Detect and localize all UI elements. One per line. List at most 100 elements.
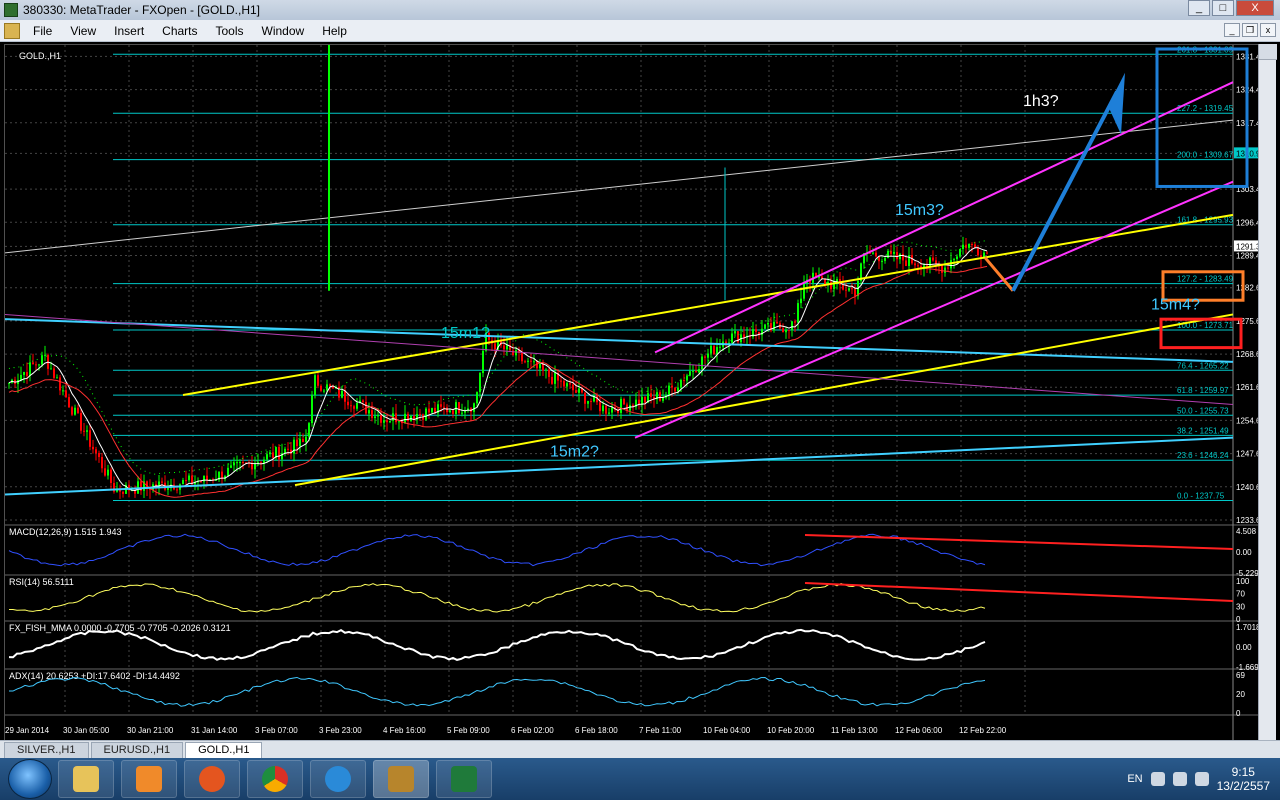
adx-level-label: 0 <box>1236 709 1241 718</box>
candle-body <box>605 405 607 414</box>
candle-body <box>560 380 562 382</box>
candle-body <box>53 368 55 378</box>
rsi-level-label: 100 <box>1236 577 1250 586</box>
language-indicator[interactable]: EN <box>1127 773 1142 785</box>
excel-icon[interactable] <box>436 760 492 798</box>
candle-body <box>395 413 397 423</box>
tab-gold[interactable]: GOLD.,H1 <box>185 742 263 758</box>
price-axis-label: 1240.64 <box>1236 483 1259 492</box>
candle-body <box>887 250 889 259</box>
firefox-icon[interactable] <box>184 760 240 798</box>
network-icon[interactable] <box>1172 772 1187 786</box>
menu-window[interactable]: Window <box>253 24 314 38</box>
chrome-icon[interactable] <box>247 760 303 798</box>
candle-body <box>659 392 661 401</box>
menu-file[interactable]: File <box>24 24 61 38</box>
menu-charts[interactable]: Charts <box>153 24 206 38</box>
candle-body <box>56 377 58 379</box>
candle-body <box>314 375 316 396</box>
candle-body <box>77 407 79 413</box>
window-title: 380330: MetaTrader - FXOpen - [GOLD.,H1] <box>23 3 260 17</box>
menu-view[interactable]: View <box>61 24 105 38</box>
menu-bar: File View Insert Charts Tools Window Hel… <box>0 20 1280 42</box>
child-restore-button[interactable]: ❐ <box>1242 23 1258 37</box>
menu-help[interactable]: Help <box>313 24 356 38</box>
scroll-up-arrow[interactable] <box>1259 44 1277 60</box>
candle-body <box>386 420 388 423</box>
candle-body <box>260 462 262 464</box>
candle-body <box>23 371 25 375</box>
candle-body <box>884 258 886 261</box>
maximize-button[interactable]: □ <box>1212 0 1234 16</box>
price-chart[interactable]: 1331.441324.441317.441310.981303.441296.… <box>5 45 1259 741</box>
candle-body <box>851 288 853 290</box>
candle-body <box>185 480 187 482</box>
candle-body <box>788 329 790 331</box>
candle-body <box>389 420 391 423</box>
candle-body <box>329 384 331 387</box>
candle-body <box>716 347 718 355</box>
wave-annotation: 1h3? <box>1023 93 1059 110</box>
price-axis-label: 1254.64 <box>1236 416 1259 425</box>
ie-icon[interactable] <box>310 760 366 798</box>
price-axis-label: 1247.64 <box>1236 450 1259 459</box>
clock[interactable]: 9:15 13/2/2557 <box>1217 765 1270 793</box>
minimize-button[interactable]: _ <box>1188 0 1210 16</box>
candle-body <box>38 364 40 366</box>
candle-body <box>620 398 622 413</box>
adx-label: ADX(14) 20.6253 +DI:17.6402 -DI:14.4492 <box>9 671 180 681</box>
candle-body <box>644 397 646 403</box>
menu-insert[interactable]: Insert <box>105 24 153 38</box>
candle-body <box>935 260 937 264</box>
candle-body <box>41 355 43 365</box>
candle-body <box>554 372 556 384</box>
media-player-icon[interactable] <box>121 760 177 798</box>
fib-level-label: 200.0 - 1309.67 <box>1177 151 1234 160</box>
candle-body <box>89 430 91 447</box>
candle-body <box>86 430 88 432</box>
vertical-scrollbar[interactable] <box>1258 44 1277 740</box>
candle-body <box>362 400 364 402</box>
explorer-icon[interactable] <box>58 760 114 798</box>
candle-body <box>524 361 526 363</box>
tab-silver[interactable]: SILVER.,H1 <box>4 742 89 758</box>
candle-body <box>971 244 973 246</box>
candle-body <box>848 288 850 291</box>
close-button[interactable]: X <box>1236 0 1274 16</box>
candle-body <box>776 321 778 324</box>
volume-icon[interactable] <box>1194 772 1209 786</box>
wave-annotation: 15m2? <box>550 444 599 461</box>
candle-body <box>347 401 349 406</box>
start-button[interactable] <box>8 759 52 799</box>
candle-body <box>899 253 901 260</box>
candle-body <box>521 352 523 362</box>
candle-body <box>917 265 919 267</box>
time-axis-label: 31 Jan 14:00 <box>191 726 238 735</box>
chart-window[interactable]: 1331.441324.441317.441310.981303.441296.… <box>4 44 1259 741</box>
candle-body <box>299 439 301 447</box>
candle-body <box>323 390 325 392</box>
candle-body <box>566 383 568 387</box>
candle-body <box>962 244 964 249</box>
time-axis-label: 10 Feb 20:00 <box>767 726 815 735</box>
fisher-level-label: 0.00 <box>1236 643 1252 652</box>
candle-body <box>944 267 946 273</box>
child-close-button[interactable]: x <box>1260 23 1276 37</box>
candle-body <box>443 406 445 408</box>
help-icon[interactable] <box>1150 772 1165 786</box>
tab-eurusd[interactable]: EURUSD.,H1 <box>90 742 184 758</box>
candle-body <box>383 420 385 423</box>
chart-window-icon[interactable] <box>4 22 20 39</box>
candle-body <box>368 410 370 414</box>
metatrader-icon[interactable] <box>373 760 429 798</box>
candle-body <box>629 404 631 411</box>
windows-taskbar: EN 9:15 13/2/2557 <box>0 758 1280 800</box>
menu-tools[interactable]: Tools <box>207 24 253 38</box>
child-minimize-button[interactable]: _ <box>1224 23 1240 37</box>
candle-body <box>791 321 793 331</box>
candle-body <box>431 407 433 413</box>
candle-body <box>986 252 988 254</box>
candle-body <box>713 345 715 355</box>
candle-body <box>479 373 481 393</box>
time-axis-label: 3 Feb 23:00 <box>319 726 362 735</box>
